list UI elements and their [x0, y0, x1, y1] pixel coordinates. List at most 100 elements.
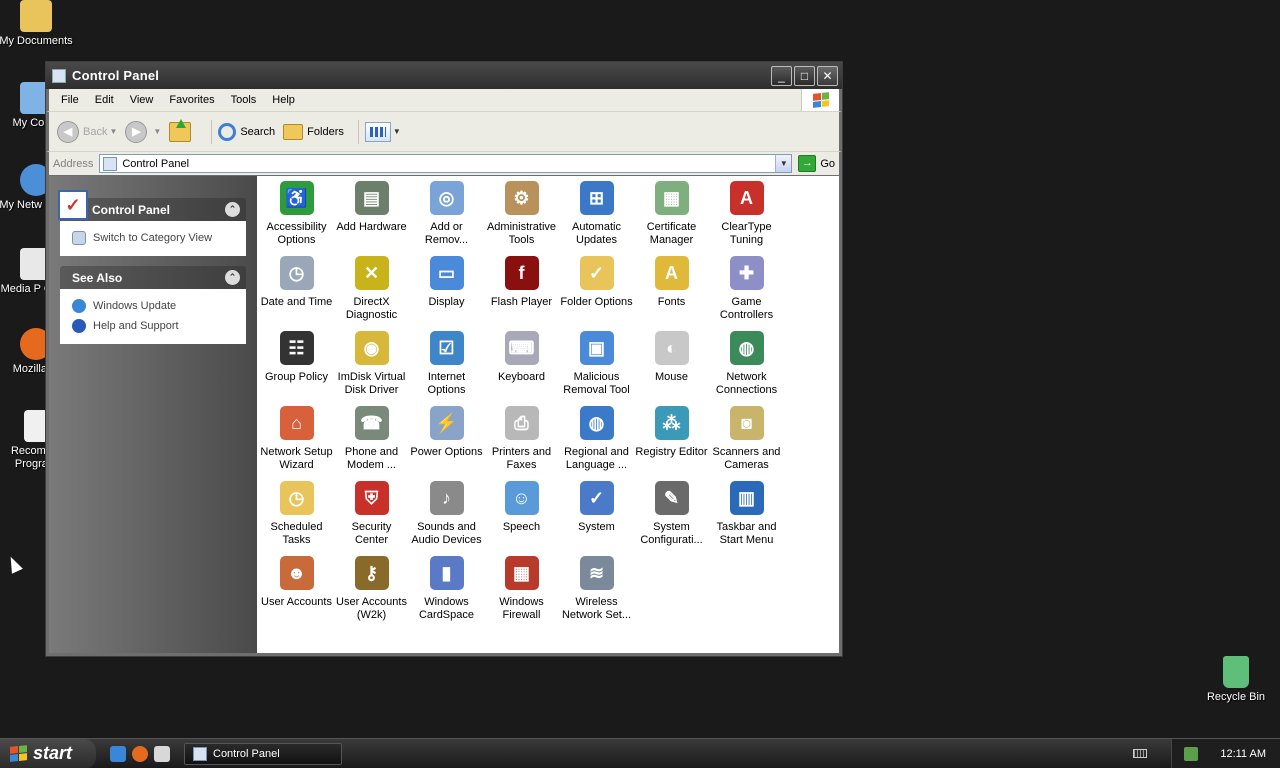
control-panel-item[interactable]: A Fonts	[634, 254, 709, 329]
control-panel-item[interactable]: ◐ Mouse	[634, 329, 709, 404]
control-panel-item[interactable]: ▮ Windows CardSpace	[409, 554, 484, 629]
control-panel-item-label: Flash Player	[490, 296, 553, 308]
control-panel-item[interactable]: ▥ Taskbar and Start Menu	[709, 479, 784, 554]
control-panel-item[interactable]: ♿ Accessibility Options	[259, 179, 334, 254]
collapse-chevron-icon[interactable]: ⌃	[225, 270, 240, 285]
control-panel-item[interactable]: ◍ Network Connections	[709, 329, 784, 404]
close-button[interactable]: ✕	[817, 65, 838, 86]
control-panel-item[interactable]: ▭ Display	[409, 254, 484, 329]
control-panel-item[interactable]: ☑ Internet Options	[409, 329, 484, 404]
control-panel-item[interactable]: ✎ System Configurati...	[634, 479, 709, 554]
media-player-icon[interactable]	[154, 745, 170, 762]
control-panel-item[interactable]: ♪ Sounds and Audio Devices	[409, 479, 484, 554]
shield-icon: ⛨	[354, 481, 389, 515]
add-remove-icon: ◎	[429, 181, 464, 215]
views-icon	[364, 121, 391, 142]
taskbar-icon: ▥	[729, 481, 764, 515]
see-also-panel-header[interactable]: See Also ⌃	[60, 266, 246, 289]
go-button[interactable]: → Go	[798, 155, 835, 172]
control-panel-panel: ✓ Control Panel ⌃ Switch to Category Vie…	[58, 190, 246, 256]
start-button[interactable]: start	[0, 738, 96, 768]
up-folder-button[interactable]	[169, 118, 197, 142]
control-panel-item[interactable]: f Flash Player	[484, 254, 559, 329]
control-panel-item-label: User Accounts (W2k)	[336, 596, 407, 621]
control-panel-item[interactable]: ▦ Certificate Manager	[634, 179, 709, 254]
control-panel-panel-header[interactable]: ✓ Control Panel ⌃	[58, 190, 246, 221]
views-button[interactable]: ▼	[364, 121, 401, 142]
windows-update-link[interactable]: Windows Update	[72, 296, 234, 316]
chevron-down-icon[interactable]: ▼	[109, 127, 117, 136]
menu-tools[interactable]: Tools	[223, 94, 265, 106]
user-accounts-w2k-icon: ⚷	[354, 556, 389, 590]
title-bar[interactable]: Control Panel _ □ ✕	[46, 62, 842, 89]
control-panel-item[interactable]: ◎ Add or Remov...	[409, 179, 484, 254]
link-label: Switch to Category View	[93, 232, 213, 244]
control-panel-item[interactable]: ◙ Scanners and Cameras	[709, 404, 784, 479]
control-panel-item[interactable]: ⛨ Security Center	[334, 479, 409, 554]
control-panel-item[interactable]: ▦ Windows Firewall	[484, 554, 559, 629]
start-label: start	[33, 743, 73, 763]
control-panel-item[interactable]: ⌨ Keyboard	[484, 329, 559, 404]
control-panel-item[interactable]: ◷ Date and Time	[259, 254, 334, 329]
menu-favorites[interactable]: Favorites	[161, 94, 222, 106]
control-panel-item[interactable]: ✓ System	[559, 479, 634, 554]
internet-explorer-icon[interactable]	[110, 745, 126, 762]
control-panel-items: ♿ Accessibility Options ▤ Add Hardware ◎ Add …	[257, 176, 839, 653]
control-panel-item[interactable]: ⚙ Administrative Tools	[484, 179, 559, 254]
network-status-icon[interactable]	[1184, 746, 1199, 761]
help-and-support-link[interactable]: Help and Support	[72, 316, 234, 336]
control-panel-item[interactable]: ◉ ImDisk Virtual Disk Driver	[334, 329, 409, 404]
flash-icon: f	[504, 256, 539, 290]
control-panel-item[interactable]: ▣ Malicious Removal Tool	[559, 329, 634, 404]
address-dropdown-button[interactable]: ▼	[775, 155, 792, 172]
control-panel-item-label: User Accounts	[261, 596, 332, 608]
search-button[interactable]: Search	[218, 122, 275, 141]
windows-logo-icon	[10, 745, 27, 762]
control-panel-item[interactable]: ⊞ Automatic Updates	[559, 179, 634, 254]
control-panel-item[interactable]: ☺ Speech	[484, 479, 559, 554]
control-panel-item[interactable]: ≋ Wireless Network Set...	[559, 554, 634, 629]
control-panel-item[interactable]: ▤ Add Hardware	[334, 179, 409, 254]
updates-icon: ⊞	[579, 181, 614, 215]
back-button[interactable]: ◀ Back ▼	[57, 120, 117, 143]
control-panel-item[interactable]: ☎ Phone and Modem ...	[334, 404, 409, 479]
control-panel-item[interactable]: ✚ Game Controllers	[709, 254, 784, 329]
folders-button[interactable]: Folders	[283, 123, 344, 140]
taskbar-button-control-panel[interactable]: Control Panel	[184, 742, 342, 765]
maximize-button[interactable]: □	[794, 65, 815, 86]
desktop-icon-label: My Documents	[0, 35, 73, 47]
forward-button[interactable]: ▶ ▼	[125, 120, 161, 143]
control-panel-item[interactable]: ☷ Group Policy	[259, 329, 334, 404]
chevron-down-icon[interactable]: ▼	[393, 127, 401, 136]
keyboard-icon: ⌨	[504, 331, 539, 365]
keyboard-icon[interactable]	[1133, 749, 1148, 758]
control-panel-item[interactable]: A ClearType Tuning	[709, 179, 784, 254]
control-panel-item[interactable]: ⎙ Printers and Faxes	[484, 404, 559, 479]
menu-help[interactable]: Help	[264, 94, 303, 106]
menu-edit[interactable]: Edit	[87, 94, 122, 106]
control-panel-item[interactable]: ⚷ User Accounts (W2k)	[334, 554, 409, 629]
control-panel-item[interactable]: ◍ Regional and Language ...	[559, 404, 634, 479]
control-panel-item[interactable]: ⚡ Power Options	[409, 404, 484, 479]
control-panel-item[interactable]: ☻ User Accounts	[259, 554, 334, 629]
link-label: Help and Support	[93, 320, 179, 332]
control-panel-item[interactable]: ✓ Folder Options	[559, 254, 634, 329]
accessibility-icon: ♿	[279, 181, 314, 215]
menu-view[interactable]: View	[122, 94, 162, 106]
chevron-down-icon[interactable]: ▼	[153, 127, 161, 136]
control-panel-item[interactable]: ⁂ Registry Editor	[634, 404, 709, 479]
desktop-icon-my-documents[interactable]: My Documents	[0, 0, 73, 48]
control-panel-item[interactable]: ◷ Scheduled Tasks	[259, 479, 334, 554]
control-panel-item-label: Display	[428, 296, 465, 308]
control-panel-item[interactable]: ✕ DirectX Diagnostic	[334, 254, 409, 329]
switch-category-view-link[interactable]: Switch to Category View	[72, 228, 234, 248]
clock[interactable]: 12:11 AM	[1220, 748, 1266, 760]
desktop-icon-recycle-bin[interactable]: Recycle Bin	[1199, 656, 1273, 704]
menu-file[interactable]: File	[53, 94, 87, 106]
control-panel-item-label: Scanners and Cameras	[712, 446, 781, 471]
address-input[interactable]: Control Panel ▼	[99, 154, 793, 173]
firefox-icon[interactable]	[132, 745, 148, 762]
minimize-button[interactable]: _	[771, 65, 792, 86]
control-panel-item[interactable]: ⌂ Network Setup Wizard	[259, 404, 334, 479]
collapse-chevron-icon[interactable]: ⌃	[225, 202, 240, 217]
